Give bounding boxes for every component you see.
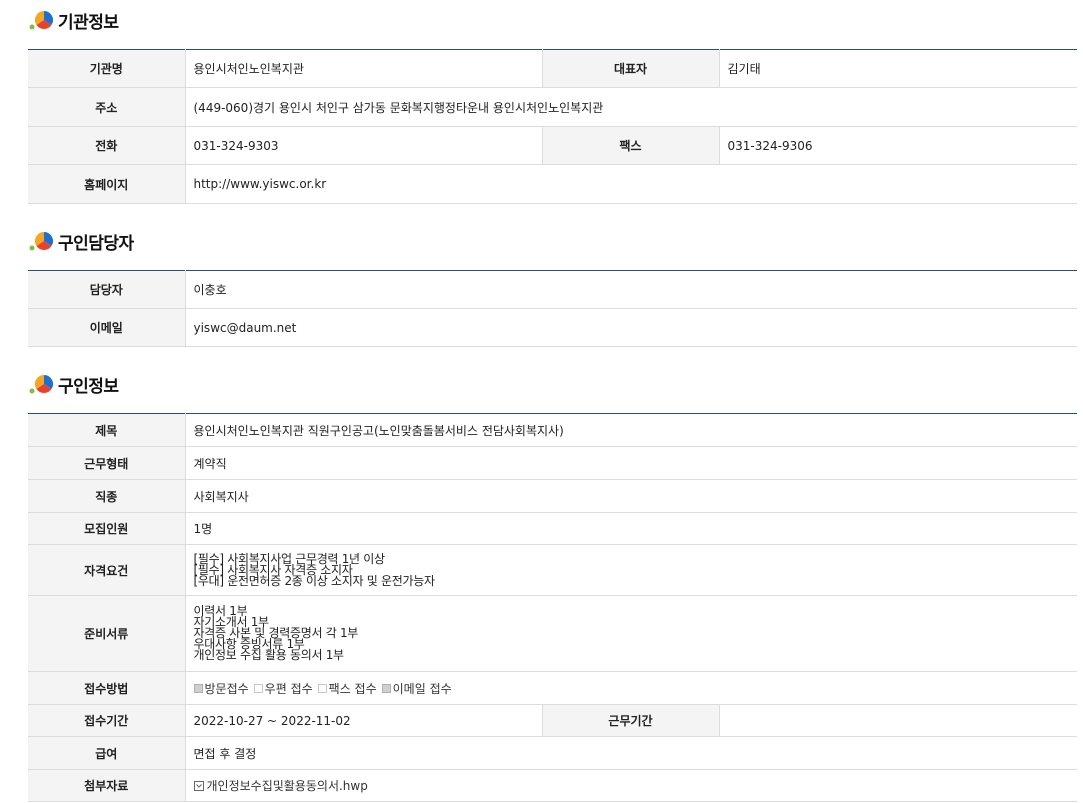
rep-label: 대표자 — [541, 49, 720, 88]
phone-value: 031-324-9303 — [185, 126, 542, 165]
jobtype-value: 사회복지사 — [185, 479, 1077, 513]
file-icon — [193, 780, 204, 791]
section-title-job: 구인정보 — [28, 372, 119, 397]
checkbox-icon — [193, 683, 203, 693]
count-value: 1명 — [185, 512, 1077, 545]
section-title-org: 기관정보 — [28, 8, 119, 33]
worktype-value: 계약직 — [185, 446, 1077, 480]
attachment-filename: 개인정보수집및활용동의서.hwp — [206, 779, 368, 793]
rep-value: 김기태 — [719, 49, 1077, 88]
homepage-link[interactable]: http://www.yiswc.or.kr — [185, 164, 1077, 204]
section-logo-icon — [28, 372, 56, 396]
org-name-label: 기관명 — [28, 49, 186, 88]
person-label: 담당자 — [28, 270, 186, 309]
section-title-label: 기관정보 — [58, 12, 119, 33]
fax-value: 031-324-9306 — [719, 126, 1077, 165]
contact-info-table: 담당자 이충호 이메일 yiswc@daum.net — [28, 270, 1077, 347]
work-period-value — [719, 704, 1077, 737]
attachment-label: 첨부자료 — [28, 769, 186, 802]
method-option-email: 이메일 접수 — [381, 680, 452, 697]
table-row: 첨부자료 개인정보수집및활용동의서.hwp — [28, 769, 1077, 802]
method-option-visit: 방문접수 — [193, 680, 249, 697]
table-row: 자격요건 [필수] 사회복지사업 근무경력 1년 이상 [필수] 사회복지사 자… — [28, 544, 1077, 596]
attachment-value: 개인정보수집및활용동의서.hwp — [185, 769, 1077, 802]
table-row: 주소 (449-060)경기 용인시 처인구 삼가동 문화복지행정타운내 용인시… — [28, 87, 1077, 127]
table-row: 모집인원 1명 — [28, 512, 1077, 545]
option-label: 우편 접수 — [264, 681, 313, 696]
document-line: 자격증 사본 및 경력증명서 각 1부 — [193, 626, 359, 640]
table-row: 접수방법 방문접수 우편 접수 팩스 접수 이메일 접수 — [28, 671, 1077, 705]
homepage-label: 홈페이지 — [28, 164, 186, 204]
checkbox-icon — [317, 683, 327, 693]
method-option-mail: 우편 접수 — [253, 680, 313, 697]
subject-label: 제목 — [28, 413, 186, 447]
table-row: 직종 사회복지사 — [28, 479, 1077, 513]
phone-label: 전화 — [28, 126, 186, 165]
worktype-label: 근무형태 — [28, 446, 186, 480]
option-label: 팩스 접수 — [328, 681, 377, 696]
method-option-fax: 팩스 접수 — [317, 680, 377, 697]
section-title-label: 구인정보 — [58, 376, 119, 397]
documents-label: 준비서류 — [28, 595, 186, 672]
section-title-contact: 구인담당자 — [28, 229, 134, 254]
table-row: 근무형태 계약직 — [28, 446, 1077, 480]
option-label: 이메일 접수 — [392, 681, 452, 696]
option-label: 방문접수 — [204, 681, 249, 696]
checkbox-icon — [381, 683, 391, 693]
email-label: 이메일 — [28, 308, 186, 347]
address-label: 주소 — [28, 87, 186, 127]
qualification-value: [필수] 사회복지사업 근무경력 1년 이상 [필수] 사회복지사 자격증 소지… — [185, 544, 1077, 596]
attachment-link[interactable]: 개인정보수집및활용동의서.hwp — [193, 777, 368, 794]
person-value: 이충호 — [185, 270, 1077, 309]
subject-value: 용인시처인노인복지관 직원구인공고(노인맞춤돌봄서비스 전담사회복지사) — [185, 413, 1077, 447]
qualification-line: [우대] 운전면허증 2종 이상 소지자 및 운전가능자 — [193, 573, 436, 588]
table-row: 홈페이지 http://www.yiswc.or.kr — [28, 164, 1077, 204]
count-label: 모집인원 — [28, 512, 186, 545]
salary-label: 급여 — [28, 736, 186, 770]
email-value[interactable]: yiswc@daum.net — [185, 308, 1077, 347]
table-row: 준비서류 이력서 1부 자기소개서 1부 자격증 사본 및 경력증명서 각 1부… — [28, 595, 1077, 672]
qualification-label: 자격요건 — [28, 544, 186, 596]
fax-label: 팩스 — [541, 126, 720, 165]
table-row: 전화 031-324-9303 팩스 031-324-9306 — [28, 126, 1077, 165]
table-row: 제목 용인시처인노인복지관 직원구인공고(노인맞춤돌봄서비스 전담사회복지사) — [28, 413, 1077, 447]
section-logo-icon — [28, 229, 56, 253]
period-value: 2022-10-27 ~ 2022-11-02 — [185, 704, 542, 737]
period-label: 접수기간 — [28, 704, 186, 737]
section-logo-icon — [28, 8, 56, 32]
document-line: 이력서 1부 — [193, 604, 248, 618]
method-value: 방문접수 우편 접수 팩스 접수 이메일 접수 — [185, 671, 1077, 705]
address-value: (449-060)경기 용인시 처인구 삼가동 문화복지행정타운내 용인시처인노… — [185, 87, 1077, 127]
table-row: 접수기간 2022-10-27 ~ 2022-11-02 근무기간 — [28, 704, 1077, 737]
table-row: 급여 면접 후 결정 — [28, 736, 1077, 770]
table-row: 이메일 yiswc@daum.net — [28, 308, 1077, 347]
jobtype-label: 직종 — [28, 479, 186, 513]
org-info-table: 기관명 용인시처인노인복지관 대표자 김기태 주소 (449-060)경기 용인… — [28, 49, 1077, 204]
method-label: 접수방법 — [28, 671, 186, 705]
document-line: 개인정보 수집 활용 동의서 1부 — [193, 648, 345, 662]
table-row: 기관명 용인시처인노인복지관 대표자 김기태 — [28, 49, 1077, 88]
section-title-label: 구인담당자 — [58, 233, 134, 254]
table-row: 담당자 이충호 — [28, 270, 1077, 309]
job-info-table: 제목 용인시처인노인복지관 직원구인공고(노인맞춤돌봄서비스 전담사회복지사) … — [28, 413, 1077, 802]
checkbox-icon — [253, 683, 263, 693]
documents-value: 이력서 1부 자기소개서 1부 자격증 사본 및 경력증명서 각 1부 우대사항… — [185, 595, 1077, 672]
org-name-value: 용인시처인노인복지관 — [185, 49, 542, 88]
work-period-label: 근무기간 — [541, 704, 720, 737]
salary-value: 면접 후 결정 — [185, 736, 1077, 770]
